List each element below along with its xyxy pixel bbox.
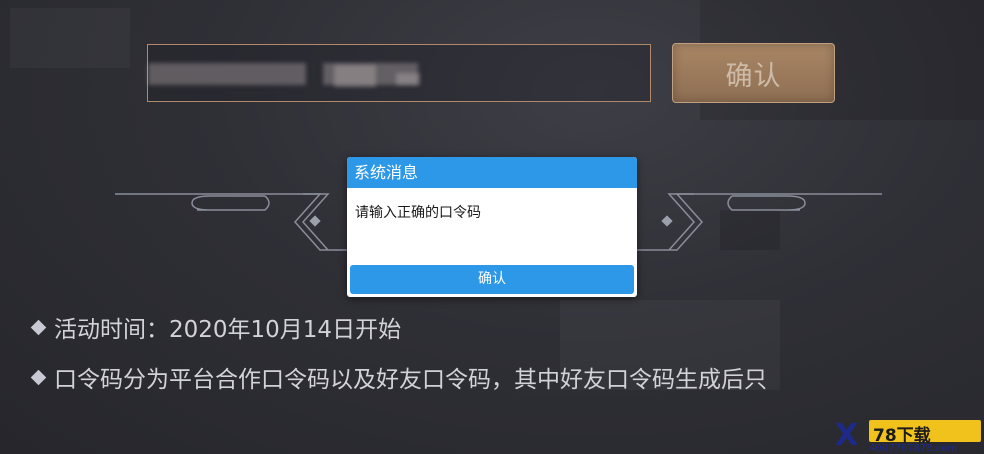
rule-text: 口令码分为平台合作口令码以及好友口令码，其中好友口令码生成后只 (54, 367, 767, 393)
left-divider-ornament (115, 193, 355, 251)
rule-text: 活动时间：2020年10月14日开始 (54, 317, 402, 343)
x-logo-icon: X (835, 418, 859, 453)
dialog-title: 系统消息 (347, 157, 637, 188)
dialog-message: 请输入正确的口令码 (355, 205, 481, 221)
diamond-bullet-icon (30, 369, 47, 386)
right-divider-ornament (632, 193, 882, 251)
dialog-ok-button[interactable]: 确认 (350, 265, 634, 294)
rule-item: 口令码分为平台合作口令码以及好友口令码，其中好友口令码生成后只 (30, 361, 914, 399)
blurred-text (334, 65, 376, 87)
bg-texture (10, 8, 130, 68)
rule-item: 活动时间：2020年10月14日开始 (30, 311, 402, 349)
blurred-text (396, 73, 420, 85)
code-input[interactable] (147, 44, 651, 102)
confirm-code-button[interactable]: 确认 (672, 43, 835, 103)
watermark-url: 4007787878.com (869, 443, 958, 454)
diamond-bullet-icon (30, 319, 47, 336)
system-message-dialog: 系统消息 请输入正确的口令码 确认 (347, 157, 637, 297)
site-watermark: X 78下载 4007787878.com (833, 418, 984, 454)
blurred-text (148, 63, 306, 85)
